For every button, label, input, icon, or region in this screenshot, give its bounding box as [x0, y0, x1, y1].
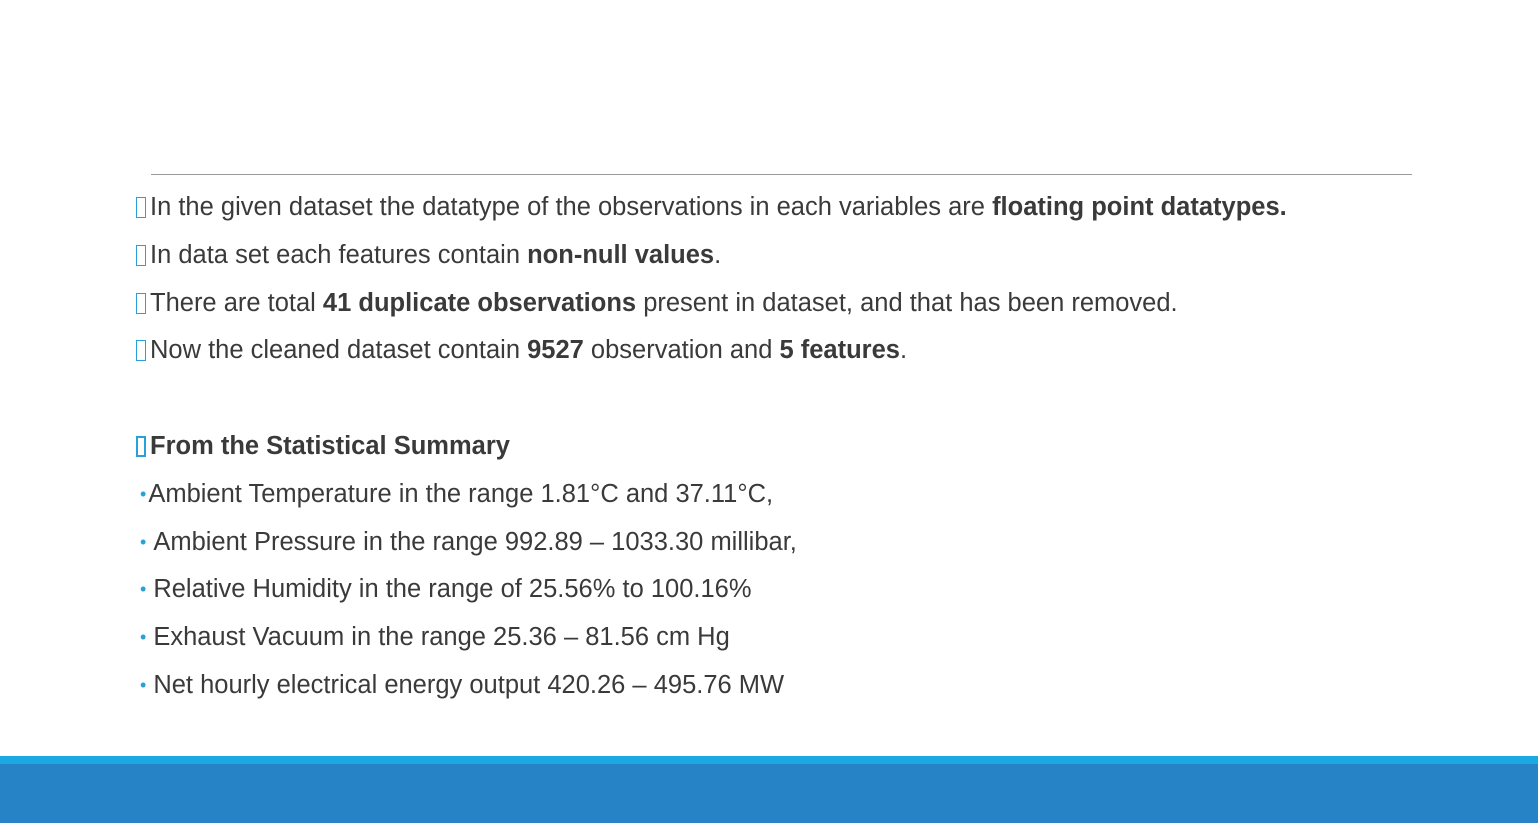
intro-point: Now the cleaned dataset contain 9527 obs… [133, 327, 1433, 375]
summary-item: • Net hourly electrical energy output 420… [133, 662, 1433, 710]
slide: In the given dataset the datatype of the… [0, 0, 1538, 823]
summary-item: • Relative Humidity in the range of 25.56… [133, 566, 1433, 614]
text-segment-bold: floating point datatypes. [992, 193, 1287, 221]
bullet-icon: • [140, 627, 147, 648]
text-segment-bold: 9527 [527, 336, 584, 365]
text-segment: present in dataset, and that has been re… [636, 288, 1178, 317]
text-segment-bold: 5 features [779, 336, 900, 365]
summary-item-text: Ambient Temperature in the range 1.81°C … [148, 479, 774, 508]
missing-glyph-bullet-icon [136, 435, 146, 457]
missing-glyph-bullet-icon [136, 197, 146, 218]
title-divider [151, 174, 1412, 175]
summary-item: • Exhaust Vacuum in the range 25.36 – 81.… [133, 614, 1433, 662]
intro-point: In the given dataset the datatype of the… [133, 184, 1433, 232]
intro-point: There are total 41 duplicate observation… [133, 280, 1433, 328]
intro-point: In data set each features contain non-nu… [133, 232, 1433, 280]
summary-item: •Ambient Temperature in the range 1.81°C… [133, 471, 1433, 519]
text-segment: There are total [150, 288, 323, 317]
bullet-icon: • [140, 531, 147, 552]
missing-glyph-bullet-icon [136, 244, 146, 266]
missing-glyph-bullet-icon [136, 292, 146, 314]
text-segment: In data set each features contain [150, 240, 528, 269]
footer-bar [0, 764, 1538, 823]
text-segment: Now the cleaned dataset contain [150, 336, 528, 365]
text-segment: . [899, 336, 908, 365]
bullet-icon: • [140, 579, 147, 600]
summary-heading-text: From the Statistical Summary [150, 431, 510, 460]
summary-item-text: Exhaust Vacuum in the range 25.36 – 81.5… [153, 623, 730, 652]
bullet-icon: • [140, 483, 147, 504]
text-segment: . [714, 240, 722, 269]
summary-item-text: Ambient Pressure in the range 992.89 – 1… [153, 527, 797, 556]
summary-item: • Ambient Pressure in the range 992.89 – … [133, 519, 1433, 567]
text-segment-bold: non-null values [527, 240, 715, 269]
footer-accent-stripe [0, 756, 1538, 764]
text-segment: observation and [583, 336, 780, 365]
summary-heading: From the Statistical Summary [133, 423, 1433, 471]
summary-item-text: Relative Humidity in the range of 25.56%… [153, 575, 752, 604]
text-segment: In the given dataset the datatype of the… [150, 193, 993, 221]
missing-glyph-bullet-icon [136, 340, 146, 362]
summary-item-text: Net hourly electrical energy output 420.… [153, 670, 785, 699]
slide-content: In the given dataset the datatype of the… [133, 184, 1433, 710]
text-segment-bold: 41 duplicate observations [322, 288, 637, 317]
bullet-icon: • [140, 674, 147, 695]
